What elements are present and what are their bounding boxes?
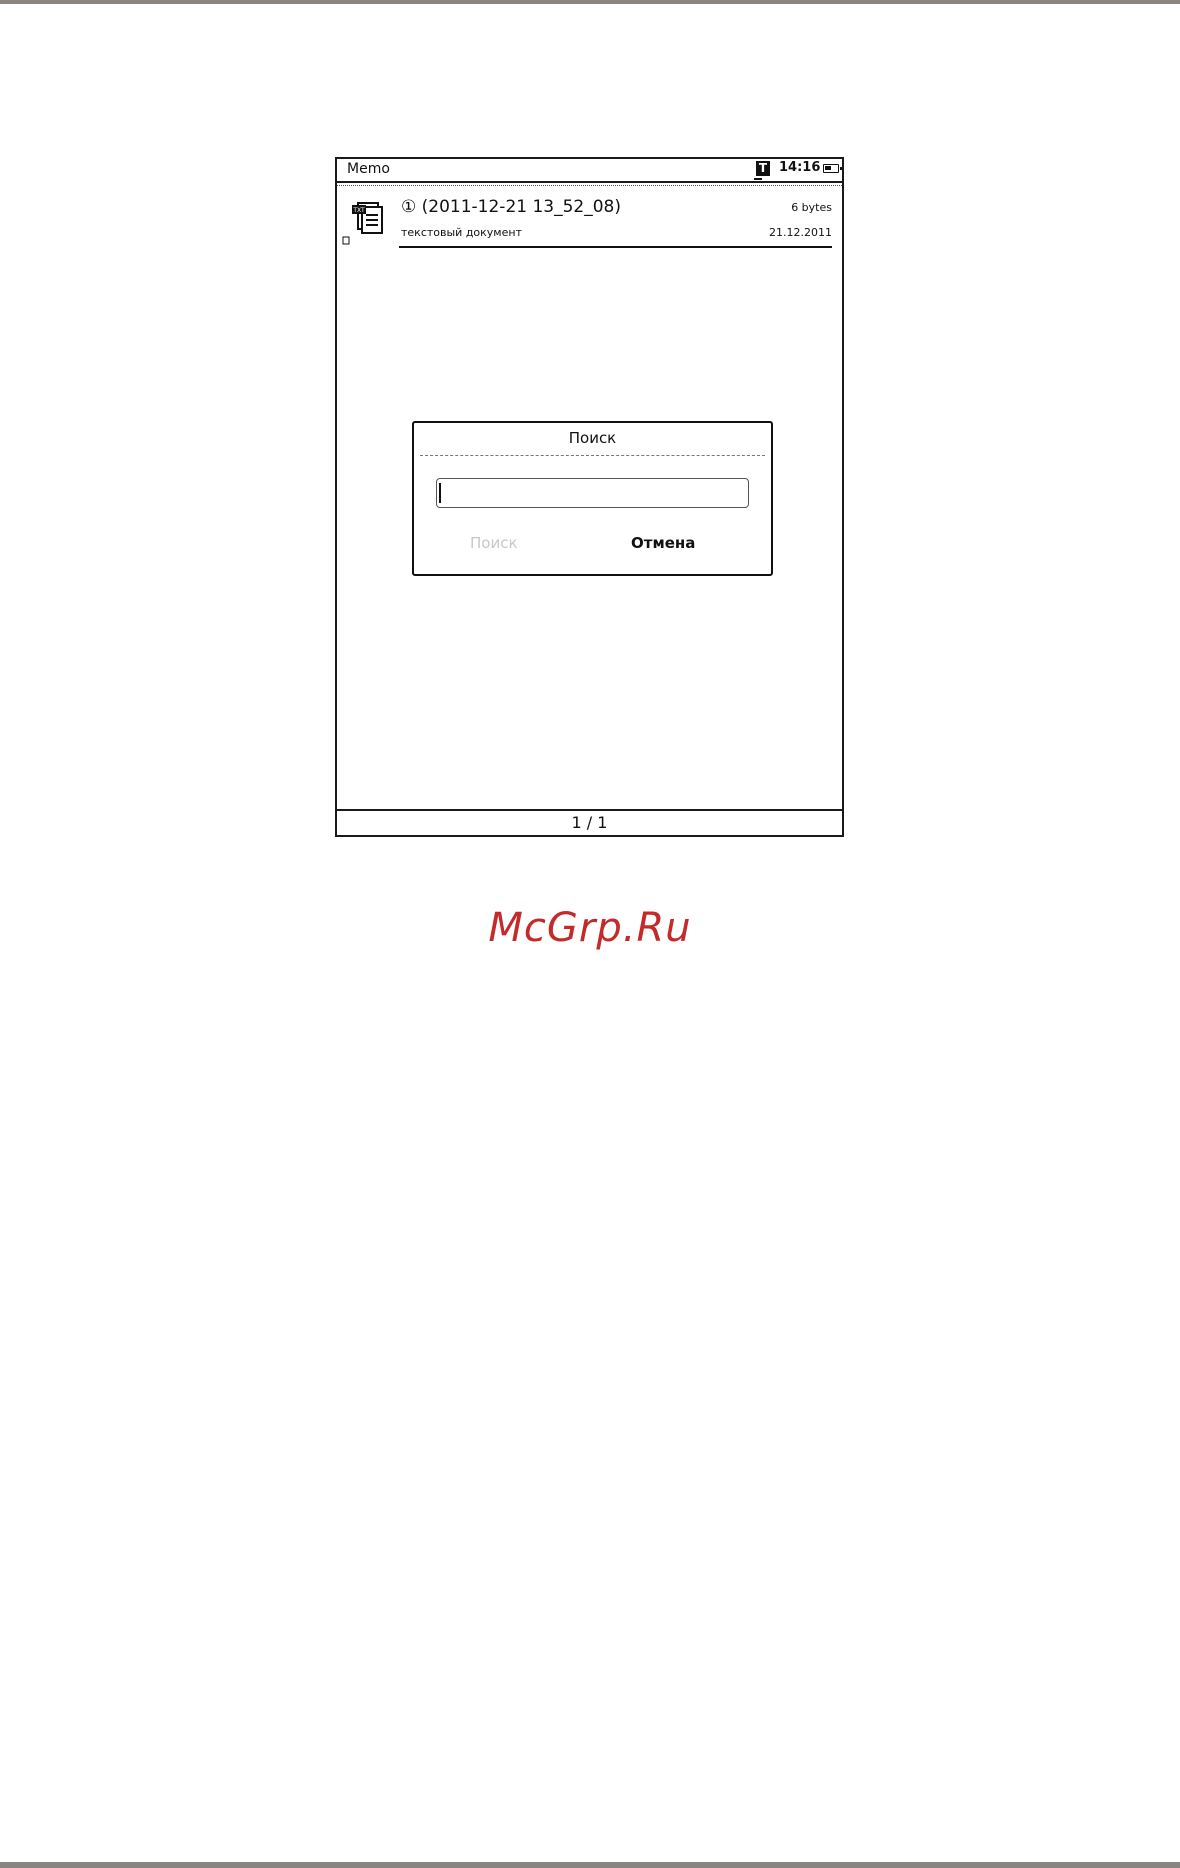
page-top-edge xyxy=(0,0,1180,4)
text-mode-icon: T xyxy=(754,161,770,180)
file-date: 21.12.2011 xyxy=(769,226,832,239)
file-list-item[interactable]: TXT ① (2011-12-21 13_52_08) 6 bytes текс… xyxy=(337,197,842,249)
file-type: текстовый документ xyxy=(401,226,522,239)
app-title: Memo xyxy=(347,161,390,177)
svg-text:TXT: TXT xyxy=(352,207,365,214)
clock: 14:16 xyxy=(779,160,821,175)
watermark-logo: McGrp.Ru xyxy=(488,905,692,951)
file-title: ① (2011-12-21 13_52_08) xyxy=(401,197,622,217)
search-button[interactable]: Поиск xyxy=(470,534,518,552)
page-indicator-bar: 1 / 1 xyxy=(337,809,842,835)
txt-document-icon: TXT xyxy=(342,202,383,245)
dialog-title: Поиск xyxy=(568,429,617,447)
search-dialog: Поиск Поиск Отмена xyxy=(412,421,773,576)
battery-icon xyxy=(823,164,842,173)
page-indicator: 1 / 1 xyxy=(571,813,608,832)
page-bottom-edge xyxy=(0,1862,1180,1868)
dialog-separator xyxy=(420,455,765,456)
search-input[interactable] xyxy=(436,478,749,508)
text-cursor xyxy=(439,483,441,503)
file-size: 6 bytes xyxy=(791,201,832,214)
device-screen: Memo T 14:16 TXT ① (2011-12-21 13_52_08)… xyxy=(335,157,844,837)
status-bar: Memo T 14:16 xyxy=(337,159,842,186)
selection-underline xyxy=(399,246,832,248)
cancel-button[interactable]: Отмена xyxy=(631,534,695,552)
